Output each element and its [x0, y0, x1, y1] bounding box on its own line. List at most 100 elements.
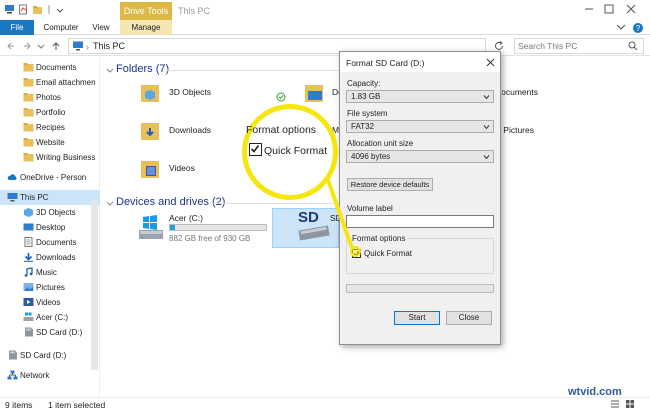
folder-label[interactable]: 3D Objects [169, 87, 211, 97]
devices-section-title[interactable]: Devices and drives (2) [116, 196, 225, 208]
sidebar-item[interactable]: Network [0, 368, 100, 383]
capacity-value: 1.83 GB [351, 92, 381, 101]
videos-folder-icon[interactable] [140, 158, 162, 180]
details-view-icon[interactable] [610, 399, 620, 409]
maximize-icon[interactable] [603, 3, 615, 15]
download-icon [24, 253, 33, 262]
tab-manage[interactable]: Manage [120, 20, 172, 35]
magnified-quick-format: Quick Format [264, 145, 328, 157]
sidebar-item[interactable]: Recipes [0, 120, 100, 135]
sidebar-item[interactable]: Portfolio [0, 105, 100, 120]
sidebar-item[interactable]: Email attachmen [0, 75, 100, 90]
file-system-label: File system [347, 109, 388, 118]
properties-icon[interactable] [18, 4, 29, 15]
collapse-chevron-icon[interactable] [106, 67, 114, 75]
folder-label[interactable]: Downloads [169, 125, 211, 135]
tab-file[interactable]: File [0, 20, 34, 35]
pc-icon[interactable] [4, 4, 15, 15]
folder-icon [23, 78, 34, 87]
recent-chevron-icon[interactable] [37, 41, 45, 51]
close-button[interactable]: Close [446, 311, 492, 325]
drive-free-space: 882 GB free of 930 GB [169, 234, 251, 243]
help-icon[interactable]: ? [632, 22, 644, 34]
sidebar-item[interactable]: OneDrive - Person [0, 170, 100, 185]
up-arrow-icon[interactable] [51, 41, 61, 51]
sidebar-item[interactable]: Downloads [0, 250, 100, 265]
cube-icon [24, 208, 33, 217]
sync-check-icon [276, 92, 286, 102]
capacity-select[interactable]: 1.83 GB [346, 90, 494, 103]
minimize-icon[interactable] [583, 3, 595, 15]
sidebar-item-label: Network [20, 371, 50, 380]
scrollbar[interactable] [91, 200, 98, 370]
folder-label[interactable]: Videos [169, 163, 195, 173]
volume-label-input[interactable] [346, 215, 494, 228]
sidebar-item-label: Videos [36, 298, 61, 307]
desktop-folder-icon[interactable] [304, 82, 326, 104]
sidebar-item-label: Writing Business [36, 153, 96, 162]
window-title: This PC [178, 6, 211, 16]
quick-format-label[interactable]: Quick Format [364, 249, 412, 258]
sidebar-item-label: Recipes [36, 123, 65, 132]
file-system-select[interactable]: FAT32 [346, 120, 494, 133]
sidebar-item[interactable]: Acer (C:) [0, 310, 100, 325]
allocation-label: Allocation unit size [347, 139, 414, 148]
sidebar-item[interactable]: Desktop [0, 220, 100, 235]
large-icons-view-icon[interactable] [625, 399, 635, 409]
folder-label[interactable]: Pictures [502, 125, 534, 135]
pc-icon [73, 41, 83, 51]
magnified-checkbox [249, 143, 262, 156]
sidebar-item[interactable]: Writing Business [0, 150, 100, 165]
drive-tools-label: Drive Tools [123, 6, 169, 16]
restore-defaults-button[interactable]: Restore device defaults [347, 178, 433, 191]
sidebar-item-label: SD Card (D:) [20, 351, 67, 360]
folder-icon [23, 108, 34, 117]
sidebar-item-label: Pictures [36, 283, 65, 292]
tab-computer[interactable]: Computer [38, 20, 84, 35]
downloads-folder-icon[interactable] [140, 120, 162, 142]
windows-drive-icon[interactable] [137, 215, 165, 241]
sidebar-item[interactable]: SD Card (D:) [0, 348, 100, 363]
sidebar-item[interactable]: This PC [0, 190, 100, 205]
sidebar-item[interactable]: Videos [0, 295, 100, 310]
sidebar-item-label: Portfolio [36, 108, 66, 117]
sidebar-item-label: Desktop [36, 223, 66, 232]
new-folder-icon[interactable] [32, 4, 43, 15]
sidebar-item-label: Photos [36, 93, 61, 102]
sidebar-item[interactable]: Documents [0, 60, 100, 75]
documents-icon [24, 237, 33, 247]
search-icon[interactable] [628, 41, 638, 51]
start-button[interactable]: Start [394, 311, 440, 325]
sidebar-item-label: Downloads [36, 253, 76, 262]
sdcard-icon [25, 327, 33, 337]
sidebar-item[interactable]: Documents [0, 235, 100, 250]
breadcrumb[interactable]: This PC [93, 41, 125, 51]
3d-objects-folder-icon[interactable] [140, 82, 162, 104]
forward-arrow-icon[interactable] [22, 41, 32, 51]
drive-label[interactable]: Acer (C:) [169, 213, 203, 223]
folder-icon [23, 63, 34, 72]
close-icon[interactable] [625, 3, 637, 15]
cloud-icon [7, 174, 17, 180]
section-divider [212, 203, 340, 204]
tab-view[interactable]: View [86, 20, 116, 35]
back-arrow-icon[interactable] [6, 41, 16, 51]
close-icon[interactable] [486, 58, 495, 67]
folder-label[interactable]: Documents [502, 87, 538, 97]
sidebar-item[interactable]: Music [0, 265, 100, 280]
sidebar-item[interactable]: Photos [0, 90, 100, 105]
sidebar-item[interactable]: Pictures [0, 280, 100, 295]
sidebar-item-label: Documents [36, 238, 77, 247]
drive-usage-bar [169, 224, 267, 231]
folder-icon [23, 93, 34, 102]
collapse-chevron-icon[interactable] [106, 200, 114, 208]
sidebar-item[interactable]: 3D Objects [0, 205, 100, 220]
callout-highlight [350, 246, 361, 257]
customize-icon[interactable] [55, 4, 65, 15]
sidebar-item[interactable]: SD Card (D:) [0, 325, 100, 340]
chevron-down-icon[interactable] [615, 22, 627, 32]
folders-section-title[interactable]: Folders (7) [116, 63, 169, 75]
volume-label-label: Volume label [347, 204, 393, 213]
sidebar-item[interactable]: Website [0, 135, 100, 150]
allocation-select[interactable]: 4096 bytes [346, 150, 494, 163]
